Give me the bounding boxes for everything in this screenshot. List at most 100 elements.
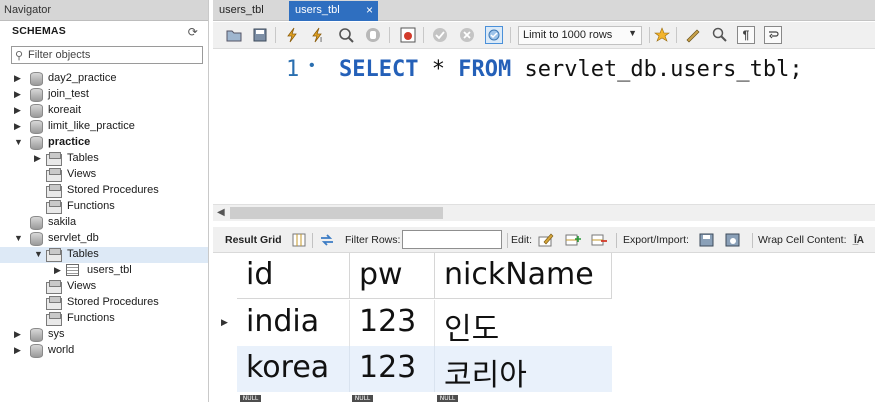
find-icon[interactable] <box>711 26 729 44</box>
tree-item-label: Tables <box>67 248 99 260</box>
tree-item-label: limit_like_practice <box>48 120 135 132</box>
scrollbar-thumb[interactable] <box>230 207 443 219</box>
bookmark-icon[interactable] <box>653 26 671 44</box>
tree-item-limit-like-practice[interactable]: ▶ limit_like_practice <box>0 119 208 135</box>
filter-objects-box[interactable]: ⚲ <box>11 46 203 64</box>
rollback-icon[interactable] <box>458 26 476 44</box>
wrap-icon[interactable] <box>764 26 782 44</box>
tree-item-label: Functions <box>67 200 115 212</box>
import-icon[interactable] <box>725 232 741 248</box>
tree-item-world[interactable]: ▶ world <box>0 343 208 359</box>
keyword-select: SELECT <box>339 57 419 82</box>
tree-item-sakila[interactable]: sakila <box>0 215 208 231</box>
result-grid: id pw nickName ▶ india 123 인도 korea 123 … <box>213 253 875 402</box>
table-icon <box>66 264 79 276</box>
tree-item-practice-stored-procedures[interactable]: Stored Procedures <box>0 183 208 199</box>
table-reference: servlet_db.users_tbl; <box>511 57 803 82</box>
stop-icon[interactable] <box>364 26 382 44</box>
refresh-icon[interactable]: ⟳ <box>188 25 198 39</box>
invisible-chars-icon[interactable]: ¶ <box>737 26 755 44</box>
toggle-error-icon[interactable] <box>399 26 417 44</box>
edit-row-icon[interactable] <box>538 232 554 248</box>
editor-horizontal-scrollbar[interactable]: ◀ <box>213 204 875 221</box>
result-grid-tab[interactable]: Result Grid <box>225 234 282 246</box>
collapse-arrow-icon[interactable]: ▼ <box>34 249 43 259</box>
tree-item-label: world <box>48 344 75 356</box>
null-badge[interactable]: NULL <box>437 395 458 402</box>
search-icon: ⚲ <box>15 50 24 62</box>
beautify-icon[interactable] <box>684 26 702 44</box>
tree-item-label: Views <box>67 280 97 292</box>
expand-arrow-icon[interactable]: ▶ <box>14 73 22 83</box>
scroll-left-icon[interactable]: ◀ <box>217 207 225 218</box>
save-icon[interactable] <box>251 26 269 44</box>
database-icon <box>30 120 43 134</box>
toolbar-separator <box>649 27 650 43</box>
column-header-id[interactable]: id <box>237 253 350 299</box>
expand-arrow-icon[interactable]: ▶ <box>14 329 22 339</box>
execute-statement-icon[interactable]: I <box>309 26 327 44</box>
table-cell[interactable]: korea <box>237 346 350 392</box>
tree-item-label: Functions <box>67 312 115 324</box>
tree-item-users-tbl[interactable]: ▶ users_tbl <box>0 263 208 279</box>
tab-users-tbl-2[interactable]: users_tbl × <box>289 1 378 21</box>
expand-arrow-icon[interactable]: ▶ <box>14 105 22 115</box>
explain-icon[interactable] <box>337 26 355 44</box>
toolbar-separator <box>616 233 617 248</box>
tree-item-sys[interactable]: ▶ sys <box>0 327 208 343</box>
table-cell[interactable]: india <box>237 300 350 346</box>
null-badge[interactable]: NULL <box>240 395 261 402</box>
folder-icon <box>46 312 62 326</box>
tree-item-practice-tables[interactable]: ▶ Tables <box>0 151 208 167</box>
commit-icon[interactable] <box>431 26 449 44</box>
tree-item-servlet-db-functions[interactable]: Functions <box>0 311 208 327</box>
limit-rows-select[interactable]: Limit to 1000 rows ▼ <box>518 26 642 45</box>
expand-arrow-icon[interactable]: ▶ <box>14 345 22 355</box>
tree-item-koreait[interactable]: ▶ koreait <box>0 103 208 119</box>
autocommit-icon[interactable] <box>485 26 503 44</box>
expand-arrow-icon[interactable]: ▶ <box>54 265 62 275</box>
toolbar-separator <box>676 27 677 43</box>
tree-item-practice-functions[interactable]: Functions <box>0 199 208 215</box>
column-header-nickname[interactable]: nickName <box>435 253 612 299</box>
limit-rows-label: Limit to 1000 rows <box>523 29 613 41</box>
export-icon[interactable] <box>699 232 715 248</box>
tree-item-servlet-db[interactable]: ▼ servlet_db <box>0 231 208 247</box>
filter-rows-input[interactable] <box>402 230 502 249</box>
tree-item-servlet-db-views[interactable]: Views <box>0 279 208 295</box>
tree-item-join-test[interactable]: ▶ join_test <box>0 87 208 103</box>
table-cell[interactable]: 코리아 <box>435 346 612 392</box>
tree-item-practice-views[interactable]: Views <box>0 167 208 183</box>
delete-row-icon[interactable] <box>591 232 607 248</box>
null-badge[interactable]: NULL <box>352 395 373 402</box>
sql-statement[interactable]: SELECT * FROM servlet_db.users_tbl; <box>339 57 803 82</box>
expand-arrow-icon[interactable]: ▶ <box>14 89 22 99</box>
wrap-cell-icon[interactable]: Ī̲A <box>851 232 867 248</box>
expand-arrow-icon[interactable]: ▶ <box>14 121 22 131</box>
tree-item-label: koreait <box>48 104 82 116</box>
insert-row-icon[interactable] <box>565 232 581 248</box>
execute-icon[interactable] <box>283 26 301 44</box>
collapse-arrow-icon[interactable]: ▼ <box>14 233 23 243</box>
close-icon[interactable]: × <box>366 3 373 17</box>
filter-objects-input[interactable] <box>28 48 198 62</box>
open-file-icon[interactable] <box>225 26 243 44</box>
tree-item-day2-practice[interactable]: ▶ day2_practice <box>0 71 208 87</box>
column-header-pw[interactable]: pw <box>350 253 435 299</box>
table-cell[interactable]: 123 <box>350 300 435 346</box>
row-gutter[interactable]: ▶ <box>213 300 237 346</box>
tree-item-servlet-db-tables[interactable]: ▼ Tables <box>0 247 208 263</box>
tree-item-practice[interactable]: ▼ practice <box>0 135 208 151</box>
tree-item-label: servlet_db <box>48 232 99 244</box>
tree-item-label: users_tbl <box>87 264 132 276</box>
table-cell[interactable]: 인도 <box>435 300 612 346</box>
tree-item-label: join_test <box>48 88 89 100</box>
tree-item-servlet-db-stored-procedures[interactable]: Stored Procedures <box>0 295 208 311</box>
collapse-arrow-icon[interactable]: ▼ <box>14 137 23 147</box>
sql-editor[interactable]: 1 • SELECT * FROM servlet_db.users_tbl; <box>213 49 875 204</box>
expand-arrow-icon[interactable]: ▶ <box>34 153 42 163</box>
tab-users-tbl-1[interactable]: users_tbl <box>213 1 285 21</box>
table-cell[interactable]: 123 <box>350 346 435 392</box>
grid-view-icon[interactable] <box>291 232 307 248</box>
refresh-results-icon[interactable] <box>319 232 335 248</box>
